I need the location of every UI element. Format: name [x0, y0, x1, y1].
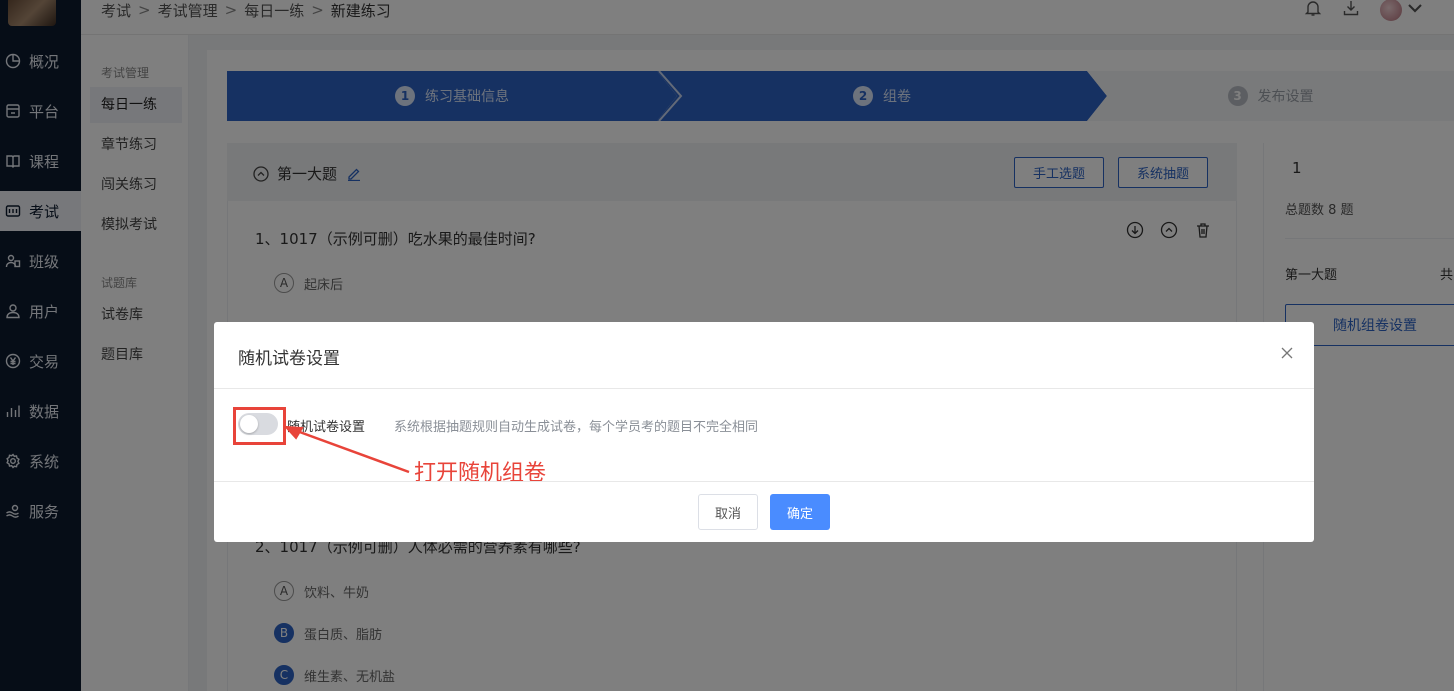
annotation-text: 打开随机组卷 [414, 461, 547, 486]
cancel-button[interactable]: 取消 [698, 494, 758, 530]
close-icon[interactable] [1280, 346, 1294, 360]
random-paper-dialog: 随机试卷设置 随机试卷设置 系统根据抽题规则自动生成试卷，每个学员考的题目不完全… [214, 322, 1314, 542]
divider [214, 388, 1314, 389]
dialog-title: 随机试卷设置 [238, 349, 340, 369]
confirm-button[interactable]: 确定 [770, 494, 830, 530]
divider [214, 481, 1314, 482]
